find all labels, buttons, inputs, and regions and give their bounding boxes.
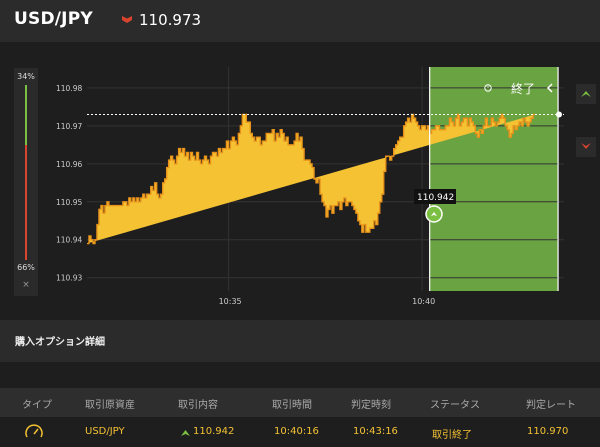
cell-judge-time: 10:43:16 (353, 426, 398, 437)
table-header: タイプ 取引原資産 取引内容 取引時間 判定時刻 ステータス 判定レート (0, 388, 600, 417)
x-tick-label: 10:40 (412, 297, 435, 306)
col-asset: 取引原資産 (85, 400, 135, 411)
expiry-window (429, 67, 559, 291)
header-bar: USD/JPY 110.973 (0, 0, 600, 42)
currency-pair: USD/JPY (14, 9, 93, 29)
col-content: 取引内容 (178, 400, 218, 411)
col-type: タイプ (22, 400, 52, 411)
expiry-label: 終了 (511, 81, 535, 96)
section-title: 購入オプション詳細 (15, 337, 105, 348)
table-row[interactable]: USD/JPY 110.942 10:40:16 10:43:16 取引終了 1… (0, 417, 600, 447)
col-judge-time: 判定時刻 (351, 400, 391, 411)
y-axis: 110.98 110.97 110.96 110.95 110.94 110.93 (56, 84, 82, 283)
current-price: 110.973 (139, 11, 202, 29)
cell-status: 取引終了 (432, 430, 472, 441)
x-tick-label: 10:35 (219, 297, 242, 306)
option-details-header: 購入オプション詳細 (0, 320, 600, 362)
up-arrow-icon (181, 430, 190, 436)
y-tick-label: 110.97 (56, 122, 82, 131)
cell-asset: USD/JPY (85, 426, 125, 437)
price-chart: 110.98 110.97 110.96 110.95 110.94 110.93 10:… (56, 67, 596, 306)
col-trade-time: 取引時間 (272, 400, 312, 411)
call-button[interactable] (576, 84, 596, 104)
cell-strike: 110.942 (193, 426, 235, 437)
put-button[interactable] (576, 137, 596, 157)
y-tick-label: 110.93 (56, 274, 82, 283)
y-tick-label: 110.98 (56, 84, 82, 93)
entry-tooltip-price: 110.942 (417, 193, 454, 203)
col-rate: 判定レート (526, 400, 576, 411)
y-tick-label: 110.94 (56, 236, 82, 245)
cell-trade-time: 10:40:16 (274, 426, 319, 437)
col-status: ステータス (430, 400, 480, 411)
current-price-dot (556, 111, 562, 118)
y-tick-label: 110.96 (56, 160, 82, 169)
cell-rate: 110.970 (527, 426, 569, 437)
y-tick-label: 110.95 (56, 198, 82, 207)
x-axis: 10:35 10:40 (219, 297, 436, 306)
down-triangle-icon (122, 16, 132, 23)
gauge-icon (25, 424, 43, 438)
